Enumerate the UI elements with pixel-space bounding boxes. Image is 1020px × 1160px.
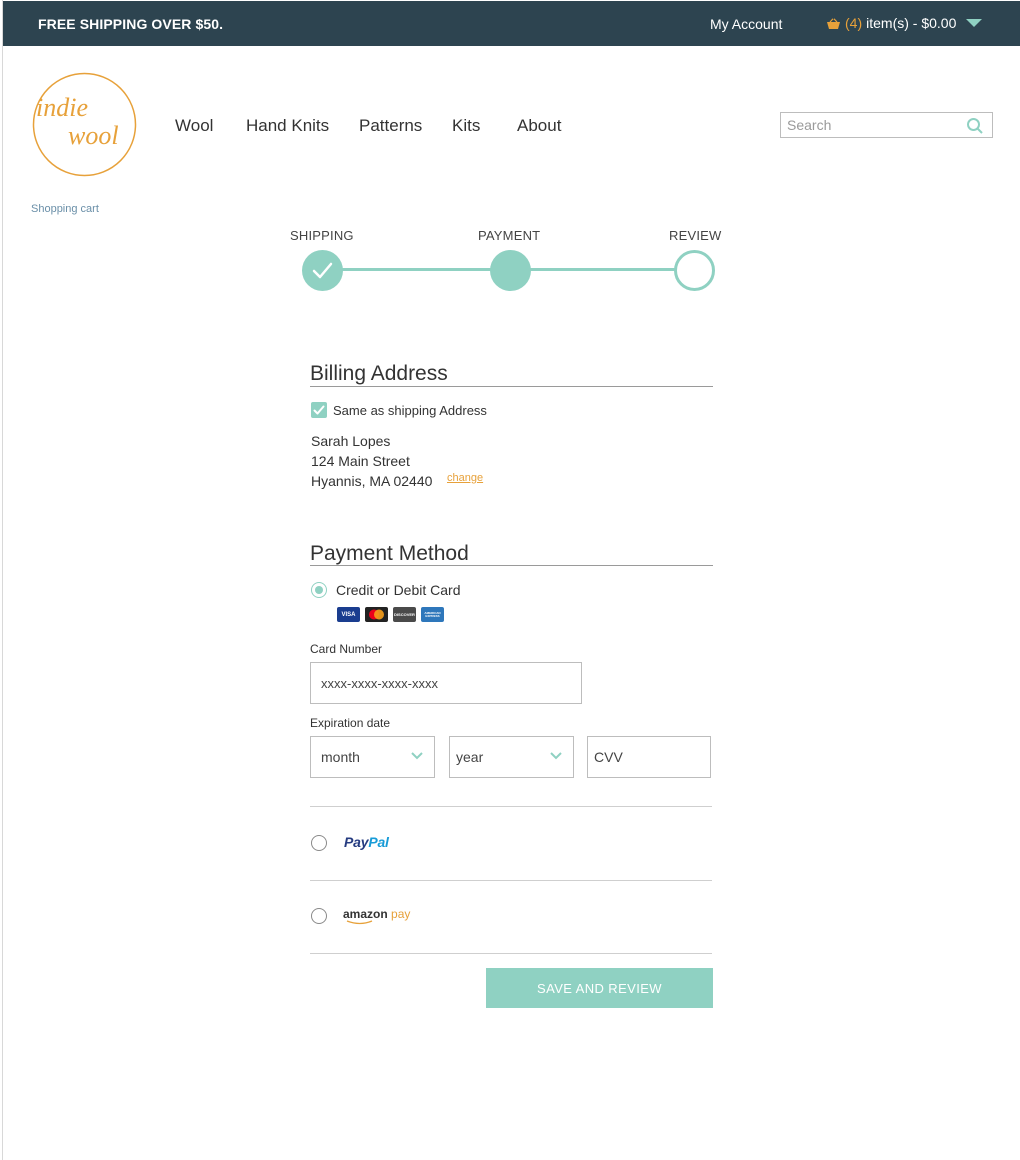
expiration-date-label: Expiration date — [310, 716, 391, 730]
basket-icon — [826, 17, 841, 29]
chevron-down-icon — [411, 752, 423, 760]
step-payment-current — [490, 250, 531, 291]
amex-icon: AMERICAN EXPRESS — [421, 607, 444, 622]
card-option-label[interactable]: Credit or Debit Card — [336, 582, 461, 598]
divider — [310, 565, 713, 566]
progress-line — [340, 268, 495, 271]
same-as-shipping-checkbox[interactable] — [311, 402, 327, 418]
amazon-pay-radio[interactable] — [311, 908, 327, 924]
paypal-logo-part-1: Pay — [344, 834, 369, 850]
logo-line-1: indie — [36, 93, 88, 122]
card-number-label: Card Number — [310, 642, 383, 656]
step-payment-label: PAYMENT — [478, 228, 541, 243]
free-shipping-notice: FREE SHIPPING OVER $50. — [38, 16, 223, 32]
visa-icon: VISA — [337, 607, 360, 622]
month-select[interactable]: month — [310, 736, 435, 778]
breadcrumb-shopping-cart[interactable]: Shopping cart — [31, 203, 99, 215]
step-shipping-complete[interactable] — [302, 250, 343, 291]
nav-about[interactable]: About — [517, 116, 561, 136]
divider — [310, 880, 712, 881]
same-as-shipping-label[interactable]: Same as shipping Address — [333, 403, 487, 418]
nav-patterns[interactable]: Patterns — [359, 116, 422, 136]
cart-total: item(s) - $0.00 — [866, 15, 957, 31]
shipping-prefix: FREE SHIPPING OVER — [38, 16, 196, 32]
divider — [310, 953, 712, 954]
indie-wool-logo[interactable]: indie wool — [32, 72, 137, 177]
search-input[interactable] — [781, 117, 961, 133]
nav-kits[interactable]: Kits — [452, 116, 480, 136]
checkmark-icon — [313, 405, 325, 415]
cvv-input[interactable]: CVV — [587, 736, 711, 778]
card-radio[interactable] — [311, 582, 327, 598]
payment-method-title: Payment Method — [310, 542, 469, 565]
step-review-label: REVIEW — [669, 228, 722, 243]
save-and-review-button[interactable]: SAVE AND REVIEW — [486, 968, 713, 1008]
cart-summary[interactable]: (4) item(s) - $0.00 — [826, 15, 983, 31]
cart-count: (4) — [845, 15, 863, 31]
year-select[interactable]: year — [449, 736, 574, 778]
card-number-input[interactable]: xxxx-xxxx-xxxx-xxxx — [310, 662, 582, 704]
progress-line — [528, 268, 678, 271]
card-brand-logos: VISA DISCOVER AMERICAN EXPRESS — [337, 607, 444, 622]
promo-bar: FREE SHIPPING OVER $50. My Account (4) i… — [3, 1, 1020, 46]
change-address-link[interactable]: change — [447, 472, 483, 484]
amazon-pay-logo[interactable]: amazon pay — [343, 907, 410, 921]
amazon-smile-icon — [346, 920, 373, 925]
mastercard-icon — [365, 607, 388, 622]
billing-address-title: Billing Address — [310, 362, 448, 385]
month-value: month — [321, 749, 360, 765]
chevron-down-icon — [550, 752, 562, 760]
divider — [310, 386, 713, 387]
amazon-logo-part-2: pay — [387, 907, 411, 921]
paypal-logo[interactable]: PayPal — [344, 834, 389, 850]
year-value: year — [456, 749, 484, 765]
divider — [310, 806, 712, 807]
checkmark-icon — [312, 262, 333, 279]
billing-name: Sarah Lopes — [311, 433, 391, 449]
shipping-suffix: . — [219, 16, 224, 32]
step-review-upcoming — [674, 250, 715, 291]
nav-wool[interactable]: Wool — [175, 116, 213, 136]
search-icon[interactable] — [966, 117, 984, 135]
step-shipping-label: SHIPPING — [290, 228, 354, 243]
amazon-logo-part-1: amazon — [343, 907, 388, 921]
paypal-radio[interactable] — [311, 835, 327, 851]
my-account-link[interactable]: My Account — [710, 16, 782, 32]
nav-hand-knits[interactable]: Hand Knits — [246, 116, 329, 136]
paypal-logo-part-2: Pal — [368, 834, 389, 850]
logo-line-2: wool — [68, 121, 119, 150]
discover-icon: DISCOVER — [393, 607, 416, 622]
shipping-amount: $50 — [195, 16, 220, 32]
chevron-down-icon[interactable] — [966, 19, 983, 27]
search-box — [780, 112, 993, 138]
billing-city: Hyannis, MA 02440 — [311, 473, 433, 489]
billing-street: 124 Main Street — [311, 453, 410, 469]
